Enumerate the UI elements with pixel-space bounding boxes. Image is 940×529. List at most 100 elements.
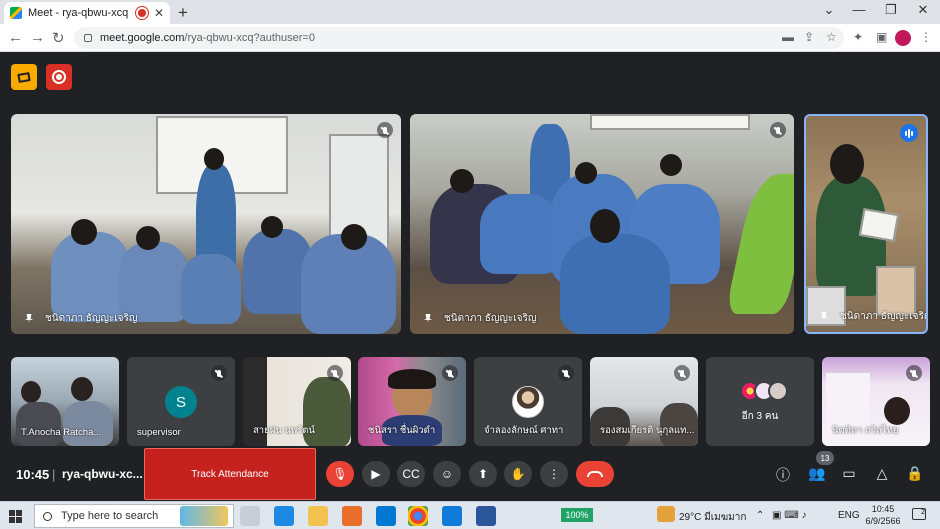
start-icon[interactable]: [9, 510, 22, 523]
camera-toggle-icon[interactable]: ▶: [362, 461, 390, 487]
participant-tile[interactable]: รองสมเกียรติ นุกุลแท...: [590, 357, 698, 446]
mic-off-icon[interactable]: 🎙: [326, 461, 354, 487]
forward-button[interactable]: →: [30, 29, 45, 46]
host-controls-icon[interactable]: 🔒: [906, 465, 924, 482]
participant-name: ชนิสรา ชื่นผิวดำ: [368, 425, 436, 436]
recording-indicator-icon: [137, 9, 146, 17]
language-indicator[interactable]: ENG: [838, 510, 860, 521]
tile-name: นิตติดา ถวิลไทย: [832, 423, 899, 438]
avatar: S: [165, 386, 197, 418]
present-screen-icon[interactable]: ⬆: [469, 461, 497, 487]
mail-icon[interactable]: [376, 506, 396, 526]
camera-icon[interactable]: ▬: [782, 30, 794, 44]
tile-name: supervisor: [137, 427, 181, 438]
tile-name: รองสมเกียรติ นุกุลแท...: [600, 423, 694, 438]
pin-icon[interactable]: [25, 314, 33, 323]
video-tile-main-2[interactable]: ชนิดาภา ธัญญะเจริญ: [410, 114, 794, 334]
video-tile-main-1[interactable]: ชนิดาภา ธัญญะเจริญ: [11, 114, 401, 334]
edge-icon[interactable]: [442, 506, 462, 526]
profile-avatar[interactable]: [895, 30, 911, 46]
participant-tile[interactable]: ชนิสรา ชื่นผิวดำ: [358, 357, 466, 446]
student-head: [575, 162, 597, 184]
tab-close-icon[interactable]: ✕: [154, 6, 164, 20]
file-explorer-icon[interactable]: [308, 506, 328, 526]
tile-name: ชนิสรา ชื่นผิวดำ: [368, 423, 435, 438]
restore-button[interactable]: ❐: [876, 2, 906, 18]
paper: [858, 208, 900, 242]
taskbar-clock[interactable]: 10:45 6/9/2566: [862, 503, 904, 527]
participant-tile[interactable]: S supervisor: [127, 357, 235, 446]
notification-icon[interactable]: 2: [912, 508, 926, 520]
address-bar[interactable]: meet.google.com /rya-qbwu-xcq?authuser=0: [74, 27, 844, 49]
people-icon[interactable]: 👥: [808, 465, 826, 482]
more-options-icon[interactable]: ⋮: [540, 461, 568, 487]
avatar: [512, 386, 544, 418]
record-icon[interactable]: [46, 64, 72, 90]
search-highlight-icon[interactable]: [180, 506, 228, 526]
muted-icon: [442, 365, 458, 381]
captions-icon[interactable]: CC: [397, 461, 425, 487]
body: [63, 401, 113, 446]
participant-tile[interactable]: T.Anocha Ratcha...: [11, 357, 119, 446]
participant-name: ชนิดาภา ธัญญะเจริญ: [840, 311, 928, 322]
stacked-avatars: [740, 381, 788, 401]
chrome-icon[interactable]: [408, 506, 428, 526]
menu-icon[interactable]: ⋮: [920, 30, 932, 44]
pin-icon[interactable]: [424, 314, 432, 323]
back-button[interactable]: ←: [8, 29, 23, 46]
task-view-icon[interactable]: [240, 506, 260, 526]
minimize-button[interactable]: —: [844, 2, 874, 17]
student-figure: [119, 242, 189, 322]
bookmark-star-icon[interactable]: ☆: [826, 30, 837, 44]
browser-tab-meet[interactable]: Meet - rya-qbwu-xcq ✕: [4, 2, 170, 24]
participant-name: จำลองลักษณ์ ศาทา: [484, 425, 564, 436]
participant-tile[interactable]: จำลองลักษณ์ ศาทา: [474, 357, 582, 446]
share-icon[interactable]: ⇪: [804, 30, 814, 44]
battery-percent: 100%: [561, 508, 593, 522]
weather-text[interactable]: 29°C มีเมฆมาก: [679, 510, 746, 525]
participant-name: สายฝน นพรัตน์: [253, 425, 315, 436]
tray-icons[interactable]: ▣ ⌨ ♪: [772, 510, 806, 521]
clock-date: 6/9/2566: [865, 516, 901, 526]
tray-chevron-icon[interactable]: ⌃: [756, 510, 764, 521]
muted-icon: [327, 365, 343, 381]
muted-icon: [674, 365, 690, 381]
emoji-reactions-icon[interactable]: ☺: [433, 461, 461, 487]
whiteboard: [590, 114, 750, 130]
lock-icon: [84, 34, 92, 42]
activities-icon[interactable]: △: [873, 465, 891, 482]
meeting-details-icon[interactable]: ⓘ: [774, 465, 792, 485]
student-head: [590, 209, 620, 243]
participant-name: นิตติดา ถวิลไทย: [832, 425, 899, 436]
participant-tile[interactable]: สายฝน นพรัตน์: [243, 357, 351, 446]
firefox-icon[interactable]: [342, 506, 362, 526]
muted-icon: [377, 122, 393, 138]
body: [16, 402, 61, 446]
reload-button[interactable]: ↻: [52, 29, 65, 47]
tile-name: ชนิดาภา ธัญญะเจริญ: [820, 309, 928, 324]
track-attendance-button[interactable]: Track Attendance: [144, 448, 316, 500]
more-participants-tile[interactable]: อีก 3 คน: [706, 357, 814, 446]
close-window-button[interactable]: ✕: [908, 2, 938, 18]
sidepanel-icon[interactable]: ▣: [876, 30, 887, 44]
student-head: [450, 169, 474, 193]
participant-name: ชนิดาภา ธัญญะเจริญ: [45, 313, 138, 324]
closed-captions-off-icon[interactable]: [11, 64, 37, 90]
leave-call-button[interactable]: [576, 461, 614, 487]
word-icon[interactable]: [476, 506, 496, 526]
extensions-icon[interactable]: ✦: [853, 30, 863, 44]
video-tile-main-3[interactable]: ชนิดาภา ธัญญะเจริญ: [804, 114, 928, 334]
raise-hand-icon[interactable]: ✋: [504, 461, 532, 487]
separator: |: [52, 467, 56, 482]
browser-tabstrip: Meet - rya-qbwu-xcq ✕ + ⌄ — ❐ ✕: [0, 0, 940, 24]
clock-time: 10:45: [871, 504, 895, 514]
weather-icon[interactable]: [657, 506, 675, 522]
student-head: [136, 226, 160, 250]
tab-search-icon[interactable]: ⌄: [814, 2, 844, 18]
participant-tile[interactable]: นิตติดา ถวิลไทย: [822, 357, 930, 446]
participant-name: T.Anocha Ratcha...: [21, 427, 102, 438]
new-tab-button[interactable]: +: [178, 3, 188, 23]
chat-icon[interactable]: ▭: [840, 465, 858, 482]
pin-icon[interactable]: [820, 312, 828, 321]
edge-app-icon[interactable]: [274, 506, 294, 526]
